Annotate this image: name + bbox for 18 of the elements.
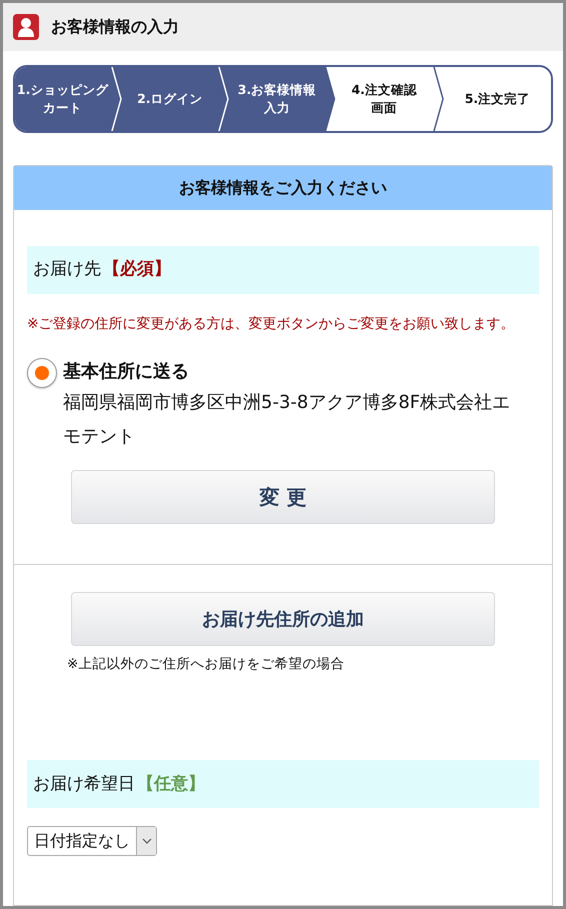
chevron-down-icon — [142, 838, 152, 844]
page-title: お客様情報の入力 — [51, 16, 179, 38]
option-label: 基本住所に送る — [63, 360, 190, 384]
person-icon — [13, 14, 39, 40]
date-select[interactable]: 日付指定なし — [27, 826, 157, 856]
section-tag: 【任意】 — [137, 772, 205, 797]
section-tag: 【必須】 — [103, 257, 171, 283]
address-text: 福岡県福岡市博多区中洲5-3-8アクア博多8F株式会社エモテント — [63, 391, 512, 449]
change-note: ※ご登録の住所に変更がある方は、変更ボタンからご変更をお願い致します。 — [27, 315, 516, 334]
address-radio[interactable] — [27, 358, 57, 388]
section-label: お届け先 — [33, 258, 101, 282]
add-address-note: ※上記以外のご住所へお届けをご希望の場合 — [67, 655, 344, 674]
add-address-button[interactable]: お届け先住所の追加 — [71, 592, 495, 646]
progress-step: 1.ショッピング カート — [15, 67, 110, 131]
progress-step: 2.ログイン — [122, 67, 218, 131]
section-label: お届け希望日 — [33, 772, 135, 796]
card-title: お客様情報をご入力ください — [179, 177, 387, 199]
change-button[interactable]: 変 更 — [71, 470, 495, 524]
